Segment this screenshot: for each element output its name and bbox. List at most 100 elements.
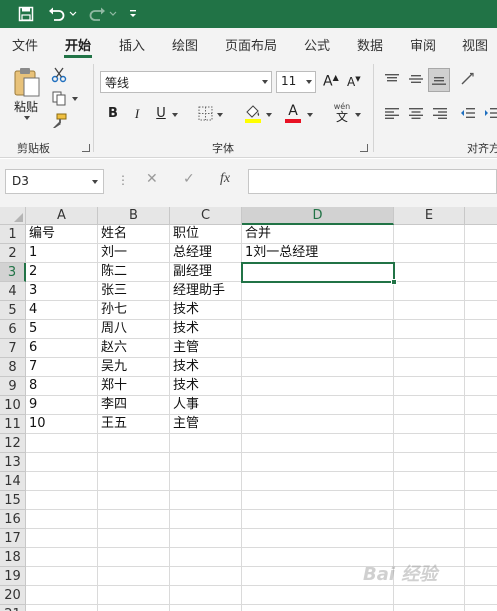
table-cell[interactable]: [170, 605, 242, 611]
table-cell[interactable]: [465, 396, 497, 415]
paste-label[interactable]: 粘贴: [14, 98, 38, 115]
insert-function-icon[interactable]: fx: [220, 171, 230, 187]
tab-home[interactable]: 开始: [65, 35, 91, 54]
column-header[interactable]: [465, 207, 497, 225]
table-cell[interactable]: [26, 548, 98, 567]
table-cell[interactable]: [98, 453, 170, 472]
shrink-font-button[interactable]: A▼: [347, 75, 361, 89]
table-cell[interactable]: 技术: [170, 301, 242, 320]
table-cell[interactable]: 赵六: [98, 339, 170, 358]
table-cell[interactable]: 副经理: [170, 263, 242, 282]
column-header-a[interactable]: A: [26, 207, 98, 225]
table-cell[interactable]: [26, 491, 98, 510]
table-cell[interactable]: [242, 605, 394, 611]
table-cell[interactable]: [26, 453, 98, 472]
row-header-20[interactable]: 20: [0, 586, 26, 605]
table-cell[interactable]: [170, 567, 242, 586]
grow-font-button[interactable]: A▲: [323, 73, 339, 90]
spreadsheet-grid[interactable]: A B C D E 1 编号 姓名 职位 合并 2 1 刘一 总经理 1刘一总经理 3 2 陈二 副经理 4 3 张三 经理…: [0, 207, 497, 611]
select-all-button[interactable]: [0, 207, 26, 225]
table-cell[interactable]: [26, 434, 98, 453]
table-cell[interactable]: 陈二: [98, 263, 170, 282]
table-cell[interactable]: 主管: [170, 415, 242, 434]
table-cell[interactable]: [394, 377, 465, 396]
table-cell[interactable]: [170, 510, 242, 529]
more-options-icon[interactable]: ⋮: [117, 173, 129, 187]
formula-input[interactable]: [248, 169, 497, 194]
column-header-c[interactable]: C: [170, 207, 242, 225]
table-cell[interactable]: [465, 529, 497, 548]
table-cell[interactable]: 合并: [242, 225, 394, 244]
table-cell[interactable]: [465, 586, 497, 605]
redo-icon[interactable]: [86, 4, 108, 24]
table-cell[interactable]: [242, 586, 394, 605]
table-cell[interactable]: 职位: [170, 225, 242, 244]
table-cell[interactable]: [465, 510, 497, 529]
fill-handle[interactable]: [391, 279, 397, 285]
table-cell[interactable]: [242, 415, 394, 434]
column-header-e[interactable]: E: [394, 207, 465, 225]
table-cell[interactable]: [98, 472, 170, 491]
row-header-13[interactable]: 13: [0, 453, 26, 472]
row-header-5[interactable]: 5: [0, 301, 26, 320]
table-cell[interactable]: [242, 320, 394, 339]
row-header-15[interactable]: 15: [0, 491, 26, 510]
table-cell[interactable]: [242, 396, 394, 415]
table-cell[interactable]: 总经理: [170, 244, 242, 263]
active-cell-border[interactable]: [241, 262, 395, 283]
orientation-icon[interactable]: [458, 70, 478, 88]
table-cell[interactable]: [170, 434, 242, 453]
font-color-dropdown-icon[interactable]: [307, 113, 313, 117]
table-cell[interactable]: 1: [26, 244, 98, 263]
align-left-icon[interactable]: [382, 104, 402, 122]
undo-icon[interactable]: [46, 4, 68, 24]
table-cell[interactable]: [394, 472, 465, 491]
table-cell[interactable]: [465, 339, 497, 358]
table-cell[interactable]: [465, 453, 497, 472]
table-cell[interactable]: 张三: [98, 282, 170, 301]
clipboard-launcher-icon[interactable]: [82, 144, 90, 152]
copy-dropdown-icon[interactable]: [72, 97, 78, 101]
table-cell[interactable]: 人事: [170, 396, 242, 415]
row-header-21[interactable]: 21: [0, 605, 26, 611]
row-header-10[interactable]: 10: [0, 396, 26, 415]
row-header-4[interactable]: 4: [0, 282, 26, 301]
tab-insert[interactable]: 插入: [119, 35, 145, 54]
row-header-6[interactable]: 6: [0, 320, 26, 339]
tab-page-layout[interactable]: 页面布局: [225, 35, 277, 54]
table-cell[interactable]: 编号: [26, 225, 98, 244]
table-cell[interactable]: 5: [26, 320, 98, 339]
table-cell[interactable]: [242, 282, 394, 301]
table-cell[interactable]: [465, 225, 497, 244]
font-color-icon[interactable]: A: [283, 102, 303, 124]
table-cell[interactable]: [394, 320, 465, 339]
table-cell[interactable]: [465, 491, 497, 510]
table-cell[interactable]: [170, 491, 242, 510]
phonetic-button[interactable]: wén 文: [329, 102, 355, 123]
column-header-d[interactable]: D: [242, 207, 394, 225]
bold-button[interactable]: B: [104, 106, 122, 121]
fill-color-icon[interactable]: [243, 102, 263, 124]
table-cell[interactable]: [465, 282, 497, 301]
table-cell[interactable]: 10: [26, 415, 98, 434]
font-size-select[interactable]: 11: [276, 71, 316, 93]
enter-icon[interactable]: ✓: [183, 171, 195, 187]
table-cell[interactable]: 刘一: [98, 244, 170, 263]
table-cell[interactable]: [465, 263, 497, 282]
table-cell[interactable]: [26, 605, 98, 611]
table-cell[interactable]: [394, 396, 465, 415]
table-cell[interactable]: [26, 586, 98, 605]
align-bottom-icon[interactable]: [428, 68, 450, 92]
row-header-16[interactable]: 16: [0, 510, 26, 529]
borders-icon[interactable]: [196, 104, 214, 122]
borders-dropdown-icon[interactable]: [217, 113, 223, 117]
row-header-11[interactable]: 11: [0, 415, 26, 434]
table-cell[interactable]: [465, 301, 497, 320]
table-cell[interactable]: [170, 548, 242, 567]
table-cell[interactable]: [98, 510, 170, 529]
save-icon[interactable]: [16, 4, 36, 24]
table-cell[interactable]: [465, 567, 497, 586]
table-cell[interactable]: 李四: [98, 396, 170, 415]
tab-view[interactable]: 视图: [462, 35, 488, 54]
row-header-2[interactable]: 2: [0, 244, 26, 263]
